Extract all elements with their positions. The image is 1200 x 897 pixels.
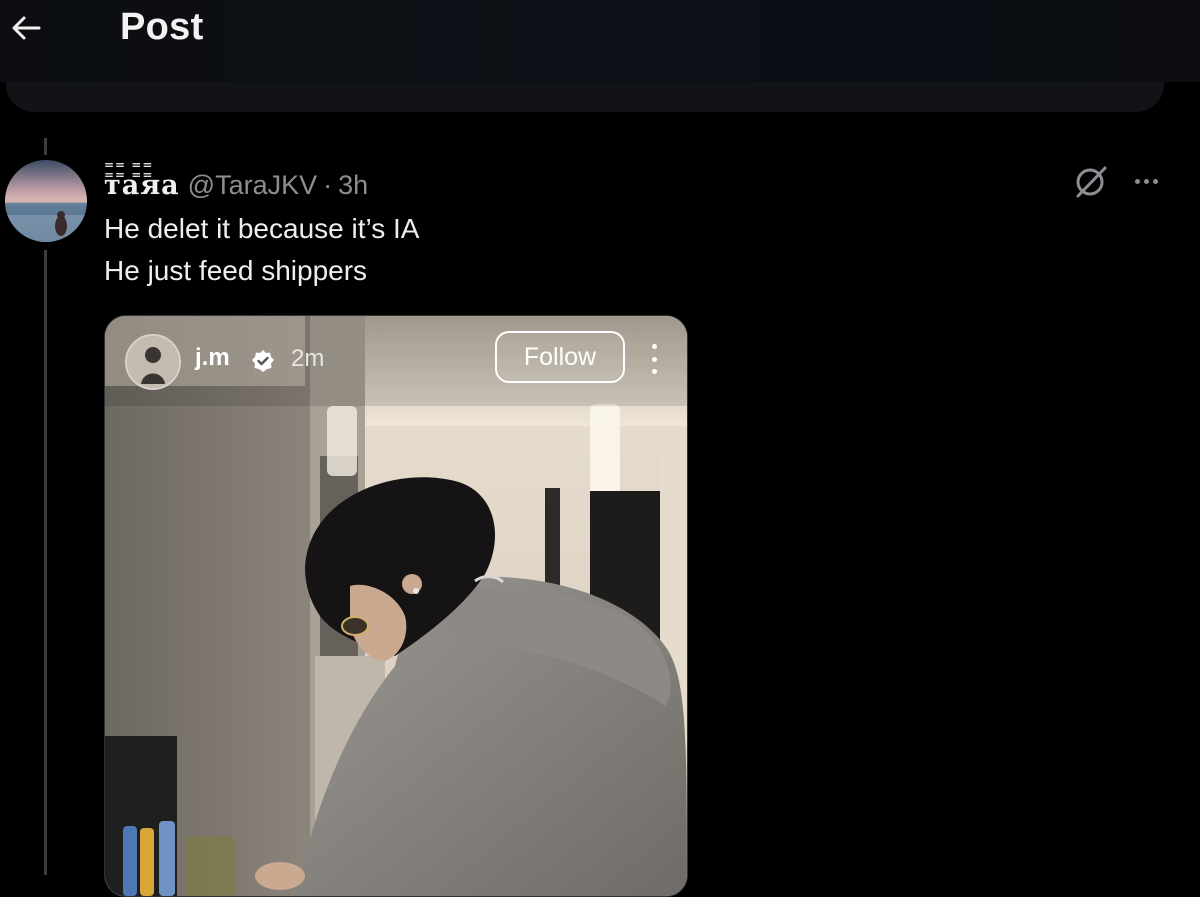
avatar[interactable] [5, 160, 87, 242]
handle[interactable]: @TaraJKV [188, 170, 317, 201]
vertical-dots-icon[interactable] [647, 344, 661, 374]
media-card[interactable]: j.m 2m Follow [104, 315, 688, 897]
more-dots-icon[interactable] [1128, 166, 1164, 196]
avatar-image [5, 160, 87, 242]
name-decoration: == == == == [104, 158, 154, 182]
tweet-header: == == == == тaяa @TaraJKV · 3h [104, 158, 368, 201]
top-bar: Post [0, 0, 1200, 82]
arrow-left-icon [12, 16, 41, 40]
thread-line [44, 250, 47, 875]
tweet-text-line: He just feed shippers [104, 255, 368, 286]
timestamp[interactable]: 3h [338, 170, 368, 201]
media-photo [105, 316, 687, 896]
grok-icon[interactable] [1072, 163, 1110, 201]
embedded-avatar[interactable] [125, 334, 181, 390]
tweet-text: He delet it because it’s IA He just feed… [104, 208, 419, 292]
page-title: Post [120, 6, 204, 48]
verified-badge-icon [251, 349, 275, 373]
embedded-timestamp: 2m [291, 345, 325, 372]
separator: · [323, 170, 333, 200]
display-name[interactable]: == == == == тaяa [104, 158, 180, 201]
back-button[interactable] [6, 8, 46, 48]
embedded-username[interactable]: j.m [195, 344, 230, 372]
compose-strip [6, 82, 1164, 112]
follow-button[interactable]: Follow [495, 331, 625, 383]
thread-line-top [44, 138, 47, 155]
tweet-text-line: He delet it because it’s IA [104, 213, 420, 244]
